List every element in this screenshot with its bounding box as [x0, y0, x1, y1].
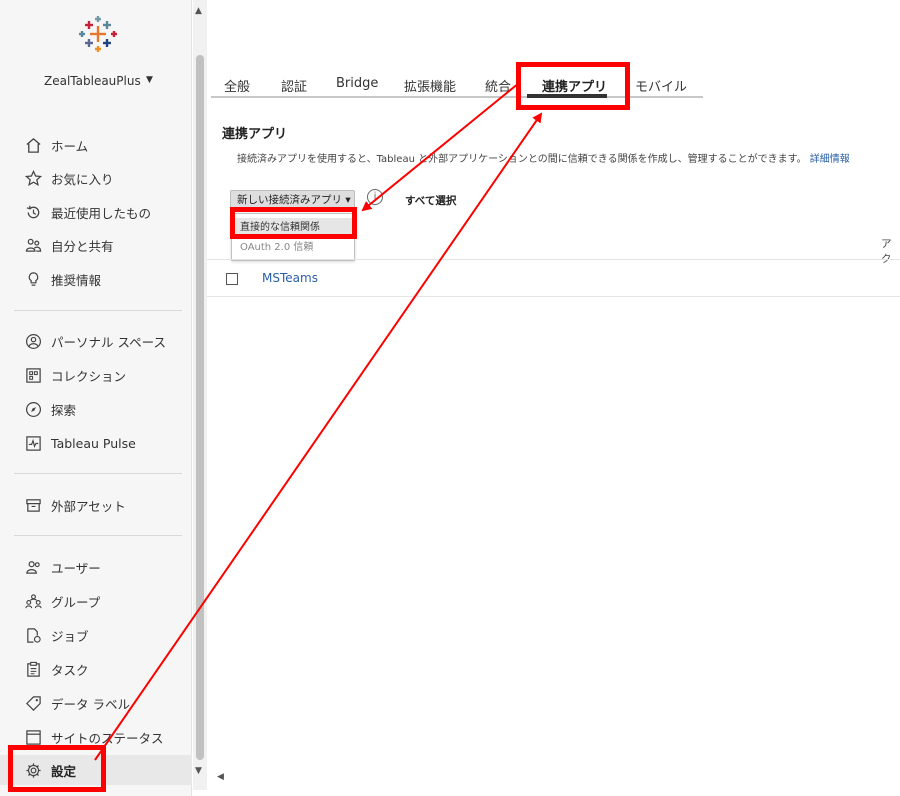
description-text: 接続済みアプリを使用すると、Tableau と外部アプリケーションとの間に信頼で… — [237, 154, 807, 165]
job-icon — [24, 626, 42, 644]
sidebar-item-jobs[interactable]: ジョブ — [0, 620, 192, 650]
sidebar-item-recents[interactable]: 最近使用したもの — [0, 197, 192, 227]
sidebar-item-recommendations[interactable]: 推奨情報 — [0, 264, 192, 294]
tab-integrations[interactable]: 統合 — [485, 76, 511, 95]
sidebar-item-external-assets[interactable]: 外部アセット — [0, 490, 192, 520]
scroll-down-arrow-icon[interactable]: ▼ — [195, 766, 202, 776]
sidebar-item-favorites[interactable]: お気に入り — [0, 163, 192, 193]
sidebar-item-tasks[interactable]: タスク — [0, 654, 192, 684]
sidebar-item-groups[interactable]: グループ — [0, 586, 192, 616]
users-icon — [24, 558, 42, 576]
table-divider — [207, 259, 900, 260]
sidebar-item-explore[interactable]: 探索 — [0, 394, 192, 424]
sidebar-item-tableau-pulse[interactable]: Tableau Pulse — [0, 428, 192, 458]
sidebar-item-label: パーソナル スペース — [51, 334, 166, 350]
sidebar-divider — [14, 473, 182, 474]
person-circle-icon — [24, 332, 42, 350]
info-icon[interactable]: i — [367, 189, 383, 205]
annotation-box-settings — [8, 745, 106, 792]
column-header-actions[interactable]: アク — [881, 236, 900, 266]
sidebar-item-shared[interactable]: 自分と共有 — [0, 230, 192, 260]
tab-general[interactable]: 全般 — [224, 76, 250, 95]
collection-icon — [24, 366, 42, 384]
section-description: 接続済みアプリを使用すると、Tableau と外部アプリケーションとの間に信頼で… — [237, 150, 850, 165]
site-switcher-caret-icon[interactable]: ▼ — [146, 75, 153, 85]
sidebar-item-label: グループ — [51, 594, 101, 610]
compass-icon — [24, 400, 42, 418]
sidebar-item-label: 推奨情報 — [51, 272, 102, 288]
section-title: 連携アプリ — [222, 127, 288, 142]
sidebar-item-personal-space[interactable]: パーソナル スペース — [0, 326, 192, 356]
connected-app-link[interactable]: MSTeams — [262, 271, 318, 285]
lightbulb-icon — [24, 270, 42, 288]
sidebar-divider — [14, 310, 182, 311]
tableau-logo-icon[interactable] — [78, 14, 118, 54]
star-icon — [24, 169, 42, 187]
tab-extensions[interactable]: 拡張機能 — [404, 76, 456, 95]
sidebar-item-collections[interactable]: コレクション — [0, 360, 192, 390]
sidebar: ZealTableauPlus ▼ ホーム お気に入り 最近使用したもの 自分と… — [0, 0, 192, 796]
sidebar-item-label: Tableau Pulse — [51, 435, 136, 451]
tag-icon — [24, 694, 42, 712]
sidebar-item-users[interactable]: ユーザー — [0, 552, 192, 582]
shared-users-icon — [24, 236, 42, 254]
sidebar-item-label: ジョブ — [51, 628, 89, 644]
archive-icon — [24, 496, 42, 514]
status-window-icon — [24, 728, 42, 746]
tab-authentication[interactable]: 認証 — [281, 76, 307, 95]
sidebar-item-home[interactable]: ホーム — [0, 130, 192, 160]
tab-mobile[interactable]: モバイル — [635, 76, 687, 95]
sidebar-item-label: タスク — [51, 662, 89, 678]
sidebar-item-data-labels[interactable]: データ ラベル — [0, 688, 192, 718]
sidebar-item-label: コレクション — [51, 368, 127, 384]
sidebar-item-label: ユーザー — [51, 560, 101, 576]
sidebar-item-label: 自分と共有 — [51, 238, 114, 254]
history-icon — [24, 203, 42, 221]
sidebar-item-label: お気に入り — [51, 171, 114, 187]
tab-bridge[interactable]: Bridge — [336, 76, 378, 91]
select-all-button[interactable]: すべて選択 — [405, 193, 456, 208]
sidebar-scrollbar[interactable]: ▲ ▼ — [193, 0, 207, 790]
sidebar-item-label: 外部アセット — [51, 498, 126, 514]
site-name[interactable]: ZealTableauPlus — [44, 74, 141, 88]
sidebar-item-label: 探索 — [51, 402, 77, 418]
annotation-box-tab — [516, 62, 630, 110]
sidebar-divider — [14, 535, 182, 536]
sidebar-item-label: データ ラベル — [51, 696, 130, 712]
row-checkbox[interactable] — [226, 273, 238, 285]
annotation-box-menu-item — [230, 207, 357, 239]
group-icon — [24, 592, 42, 610]
sidebar-item-label: サイトのステータス — [51, 730, 164, 746]
learn-more-link[interactable]: 詳細情報 — [810, 154, 850, 165]
pulse-icon — [24, 434, 42, 452]
settings-main: 全般 認証 Bridge 拡張機能 統合 連携アプリ モバイル 連携アプリ 接続… — [207, 0, 900, 796]
scroll-up-arrow-icon[interactable]: ▲ — [195, 6, 202, 16]
clipboard-icon — [24, 660, 42, 678]
home-icon — [24, 136, 42, 154]
scrollbar-thumb[interactable] — [196, 55, 204, 760]
table-divider — [207, 296, 900, 297]
sidebar-item-label: ホーム — [51, 138, 89, 154]
sidebar-item-label: 最近使用したもの — [51, 205, 152, 221]
menu-item-oauth-trust[interactable]: OAuth 2.0 信頼 — [232, 238, 354, 258]
